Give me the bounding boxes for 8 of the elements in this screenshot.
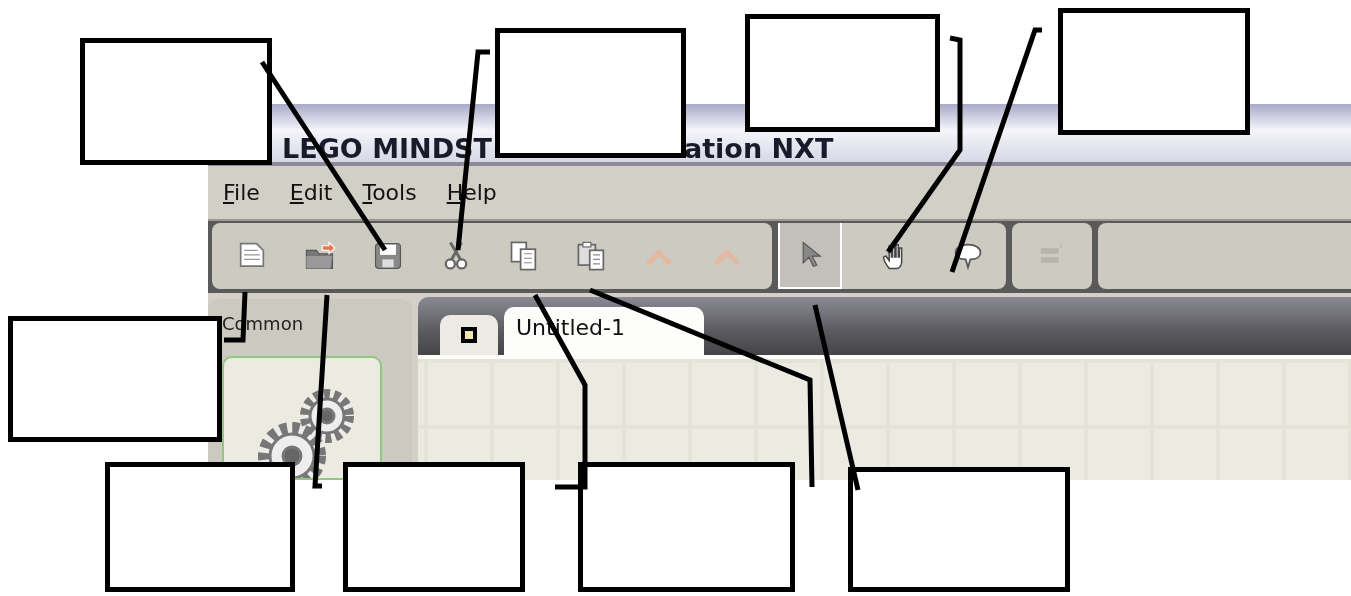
pointer-icon[interactable] xyxy=(778,223,842,289)
menu-item[interactable]: Tools xyxy=(359,180,420,206)
square-icon xyxy=(459,325,479,345)
menu-item[interactable]: File xyxy=(220,180,263,206)
menu-item[interactable]: Edit xyxy=(286,180,336,206)
program-tab[interactable] xyxy=(440,315,498,355)
canvas-grid[interactable] xyxy=(418,355,1351,480)
window-title: ation NXT xyxy=(683,135,834,163)
